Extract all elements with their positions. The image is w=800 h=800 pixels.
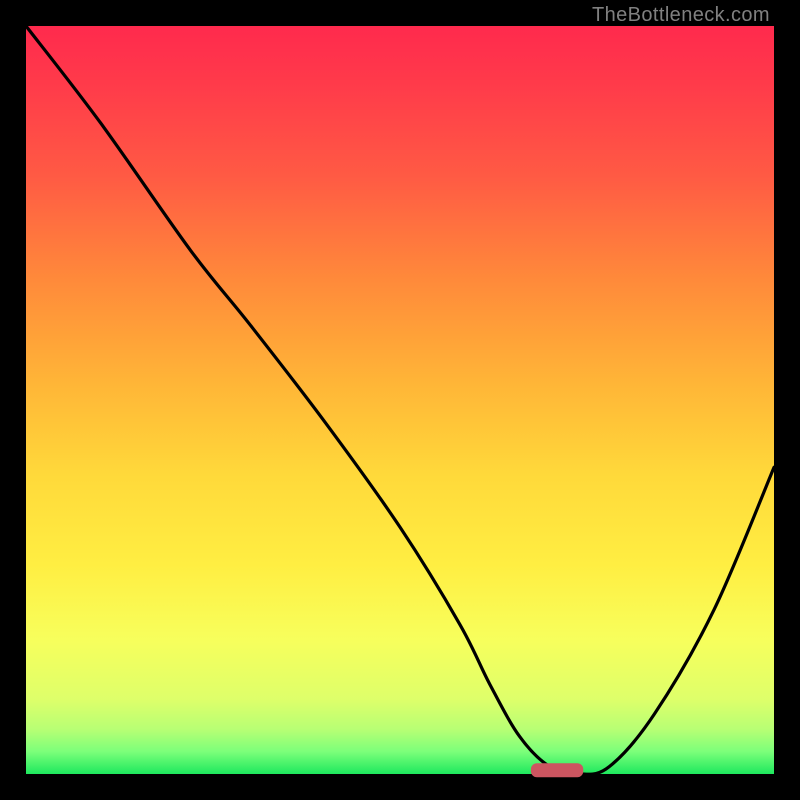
watermark-text: TheBottleneck.com (592, 4, 770, 27)
plot-area (26, 26, 774, 774)
chart-frame: TheBottleneck.com (0, 0, 800, 800)
bottleneck-curve (26, 26, 774, 774)
